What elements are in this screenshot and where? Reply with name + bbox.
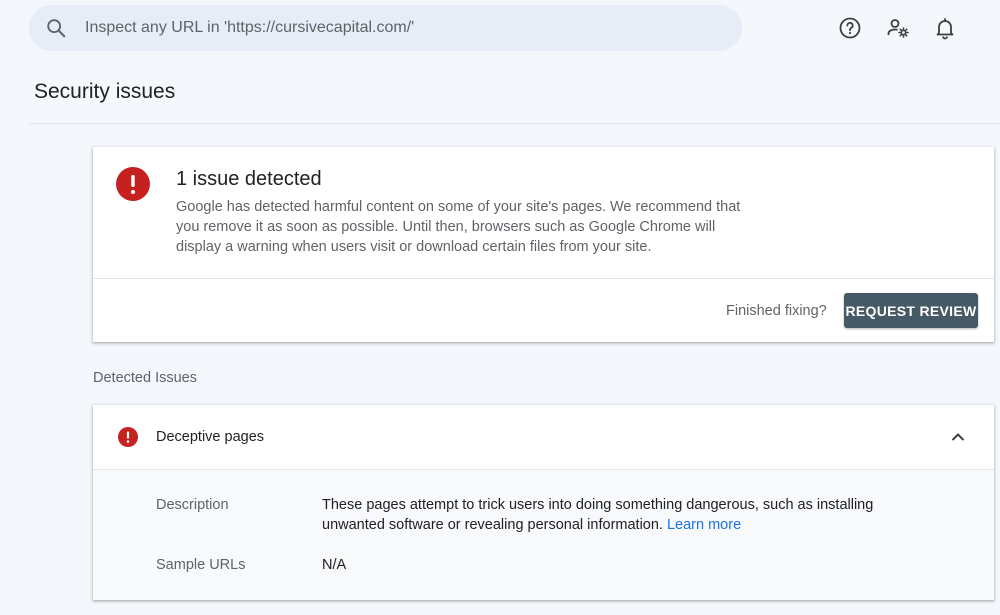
help-icon: [839, 17, 861, 39]
notifications-bell-icon: [936, 18, 954, 40]
description-value: These pages attempt to trick users into …: [322, 495, 922, 535]
admin-settings-icon: [887, 19, 909, 38]
chevron-up-icon[interactable]: [948, 427, 968, 447]
issue-row-deceptive-pages[interactable]: Deceptive pages: [93, 405, 994, 469]
notifications-button[interactable]: [931, 14, 959, 42]
detected-issue-card: Deceptive pages Description These pages …: [93, 405, 994, 600]
card-divider: [93, 278, 994, 279]
search-input[interactable]: [85, 19, 685, 37]
issue-name: Deceptive pages: [156, 429, 265, 445]
issue-summary-card: 1 issue detected Google has detected har…: [93, 147, 994, 342]
detected-issues-label: Detected Issues: [93, 370, 197, 386]
search-icon: [47, 19, 66, 38]
issue-count-heading: 1 issue detected: [176, 168, 322, 190]
learn-more-link[interactable]: Learn more: [667, 517, 741, 533]
issue-details: Description These pages attempt to trick…: [93, 469, 994, 600]
description-label: Description: [156, 497, 229, 513]
sample-urls-label: Sample URLs: [156, 557, 246, 573]
help-button[interactable]: [836, 14, 864, 42]
title-divider: [29, 123, 1000, 124]
request-review-button[interactable]: REQUEST REVIEW: [844, 293, 978, 328]
finished-fixing-label: Finished fixing?: [726, 303, 827, 319]
error-alert-icon: [118, 427, 138, 447]
page-title: Security issues: [34, 80, 176, 103]
admin-settings-button[interactable]: [884, 14, 912, 42]
error-alert-icon: [116, 167, 150, 201]
description-text: These pages attempt to trick users into …: [322, 497, 874, 533]
header-actions: [836, 14, 954, 42]
search-bar[interactable]: [29, 5, 742, 51]
issue-summary-description: Google has detected harmful content on s…: [176, 199, 741, 255]
sample-urls-value: N/A: [322, 557, 347, 573]
